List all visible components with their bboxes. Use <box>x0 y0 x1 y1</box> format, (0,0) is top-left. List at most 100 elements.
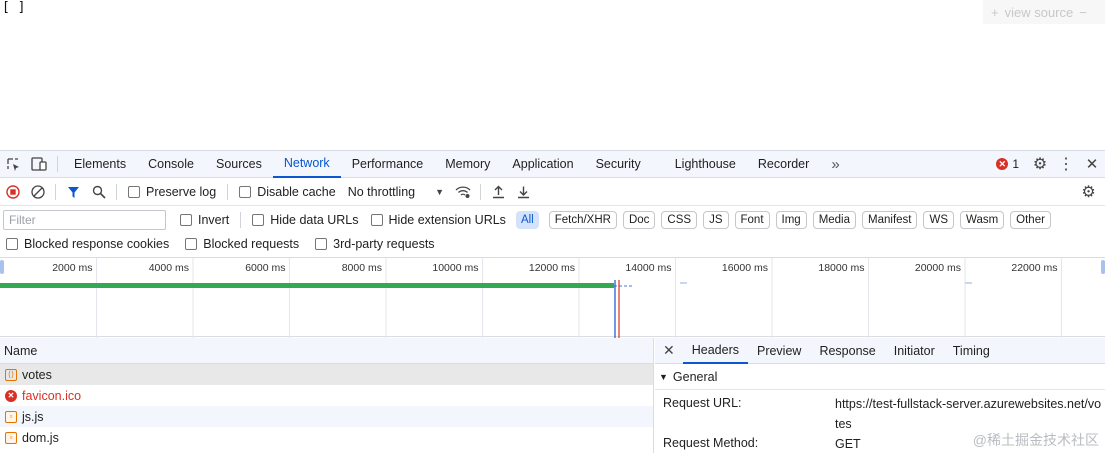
tab-lighthouse[interactable]: Lighthouse <box>664 151 747 178</box>
details-tab-preview[interactable]: Preview <box>748 338 810 364</box>
request-row[interactable]: ▫ dom.js <box>0 427 653 448</box>
view-source-button[interactable]: + view source − <box>983 0 1105 24</box>
request-url-label: Request URL: <box>663 396 742 410</box>
toolbar-divider <box>116 184 117 200</box>
third-party-requests-label: 3rd-party requests <box>333 237 435 251</box>
filter-chip-all[interactable]: All <box>515 210 539 229</box>
tab-sources[interactable]: Sources <box>205 151 273 178</box>
invert-label: Invert <box>198 212 230 227</box>
blocked-requests-checkbox[interactable]: Blocked requests <box>179 237 305 251</box>
request-method-label: Request Method: <box>663 436 759 450</box>
tab-network[interactable]: Network <box>272 151 341 178</box>
record-stop-icon[interactable] <box>0 179 25 206</box>
export-har-icon[interactable] <box>511 179 536 206</box>
error-icon: ✕ <box>5 389 17 402</box>
clear-icon[interactable] <box>25 179 50 206</box>
filter-chip-fetch-xhr[interactable]: Fetch/XHR <box>548 210 617 229</box>
throttling-select[interactable]: No throttling ▼ <box>342 185 450 199</box>
request-row[interactable]: ✕ favicon.ico <box>0 385 653 406</box>
column-header-label: Name <box>4 343 38 358</box>
hide-data-urls-checkbox[interactable]: Hide data URLs <box>246 213 364 227</box>
blocked-response-cookies-checkbox[interactable]: Blocked response cookies <box>0 237 175 251</box>
details-tabbar: ✕ Headers Preview Response Initiator Timing <box>655 338 1105 364</box>
more-tabs-button[interactable]: » <box>820 151 850 178</box>
timeline-tick-label: 4000 ms <box>149 262 189 274</box>
filter-chip-manifest[interactable]: Manifest <box>862 210 918 229</box>
filter-chip-css[interactable]: CSS <box>661 210 698 229</box>
filter-divider <box>240 211 242 228</box>
timeline-tick-label: 10000 ms <box>432 262 478 274</box>
tab-console[interactable]: Console <box>137 151 205 178</box>
tabbar-divider <box>57 156 58 172</box>
details-tab-initiator[interactable]: Initiator <box>885 338 944 364</box>
overview-graph: 2000 ms 4000 ms 6000 ms 8000 ms 10000 ms 1200… <box>0 258 1105 338</box>
tab-security[interactable]: Security <box>585 151 664 178</box>
chevron-down-icon: ▼ <box>435 187 445 197</box>
filter-row: Invert Hide data URLs Hide extension URL… <box>0 207 1105 232</box>
error-icon: ✕ <box>996 158 1009 170</box>
timeline-tick-label: 8000 ms <box>342 262 382 274</box>
details-tab-timing[interactable]: Timing <box>944 338 999 364</box>
throttling-value: No throttling <box>347 185 416 199</box>
view-source-label: view source <box>1004 4 1074 20</box>
devtools-panel: Elements Console Sources Network Performance… <box>0 150 1105 453</box>
settings-gear-icon[interactable]: ⚙ <box>1027 151 1053 178</box>
invert-checkbox[interactable]: Invert <box>174 213 235 227</box>
request-name: js.js <box>22 409 44 424</box>
general-section-header[interactable]: ▼ General <box>655 364 1105 390</box>
general-section-label: General <box>672 369 718 384</box>
filter-chip-doc[interactable]: Doc <box>622 210 656 229</box>
checkbox-box <box>128 186 140 198</box>
filter-chip-other[interactable]: Other <box>1010 210 1051 229</box>
checkbox-box <box>180 213 192 226</box>
request-name: favicon.ico <box>22 388 82 403</box>
filter-chip-js[interactable]: JS <box>703 210 729 229</box>
checkbox-box <box>185 238 198 250</box>
inspect-element-icon[interactable] <box>0 151 26 178</box>
tab-recorder[interactable]: Recorder <box>747 151 820 178</box>
watermark: @稀土掘金技术社区 <box>972 432 1099 448</box>
device-toolbar-icon[interactable] <box>26 151 52 178</box>
timeline-tick-label: 6000 ms <box>245 262 285 274</box>
tab-elements[interactable]: Elements <box>63 151 137 178</box>
filter-input[interactable] <box>3 209 166 230</box>
close-details-icon[interactable]: ✕ <box>655 338 683 364</box>
request-waterfall-bar <box>0 283 614 288</box>
search-icon[interactable] <box>86 179 111 206</box>
third-party-requests-checkbox[interactable]: 3rd-party requests <box>309 237 440 251</box>
close-devtools-icon[interactable]: ✕ <box>1079 151 1105 178</box>
network-conditions-icon[interactable] <box>450 179 475 206</box>
timeline-range-handle <box>0 260 4 274</box>
details-tab-response[interactable]: Response <box>810 338 884 364</box>
network-overview-timeline[interactable]: 2000 ms 4000 ms 6000 ms 8000 ms 10000 ms 1200… <box>0 257 1105 338</box>
error-count-badge[interactable]: ✕ 1 <box>988 157 1027 171</box>
filter-chip-media[interactable]: Media <box>812 210 857 229</box>
details-tab-headers[interactable]: Headers <box>682 338 748 364</box>
more-options-icon[interactable]: ⋮ <box>1053 151 1079 178</box>
filter-chip-ws[interactable]: WS <box>923 210 955 229</box>
import-har-icon[interactable] <box>486 179 511 206</box>
script-file-icon: ▫ <box>5 431 17 444</box>
column-header-name[interactable]: Name <box>0 338 653 364</box>
tab-memory[interactable]: Memory <box>434 151 501 178</box>
filter-funnel-icon[interactable] <box>61 179 86 206</box>
disable-cache-checkbox[interactable]: Disable cache <box>233 185 342 199</box>
checkbox-box <box>370 213 383 226</box>
filter-chip-font[interactable]: Font <box>734 210 770 229</box>
filter-chip-img[interactable]: Img <box>775 210 807 229</box>
hide-extension-urls-checkbox[interactable]: Hide extension URLs <box>365 213 512 227</box>
filter-chip-wasm[interactable]: Wasm <box>960 210 1005 229</box>
blocking-row: Blocked response cookies Blocked request… <box>0 232 1105 256</box>
tab-application[interactable]: Application <box>501 151 584 178</box>
blocked-requests-label: Blocked requests <box>203 237 300 251</box>
toolbar-divider <box>227 184 229 200</box>
network-settings-gear-icon[interactable]: ⚙ <box>1076 179 1101 206</box>
request-row[interactable]: ⟨⟩ votes <box>0 364 653 385</box>
tab-performance[interactable]: Performance <box>341 151 435 178</box>
timeline-tick-label: 16000 ms <box>722 262 768 274</box>
page-content: [ ] + view source − <box>0 0 1105 150</box>
timeline-tick-label: 20000 ms <box>915 262 961 274</box>
timeline-tick-label: 12000 ms <box>529 262 575 274</box>
preserve-log-checkbox[interactable]: Preserve log <box>122 185 222 199</box>
request-row[interactable]: ▫ js.js <box>0 406 653 427</box>
